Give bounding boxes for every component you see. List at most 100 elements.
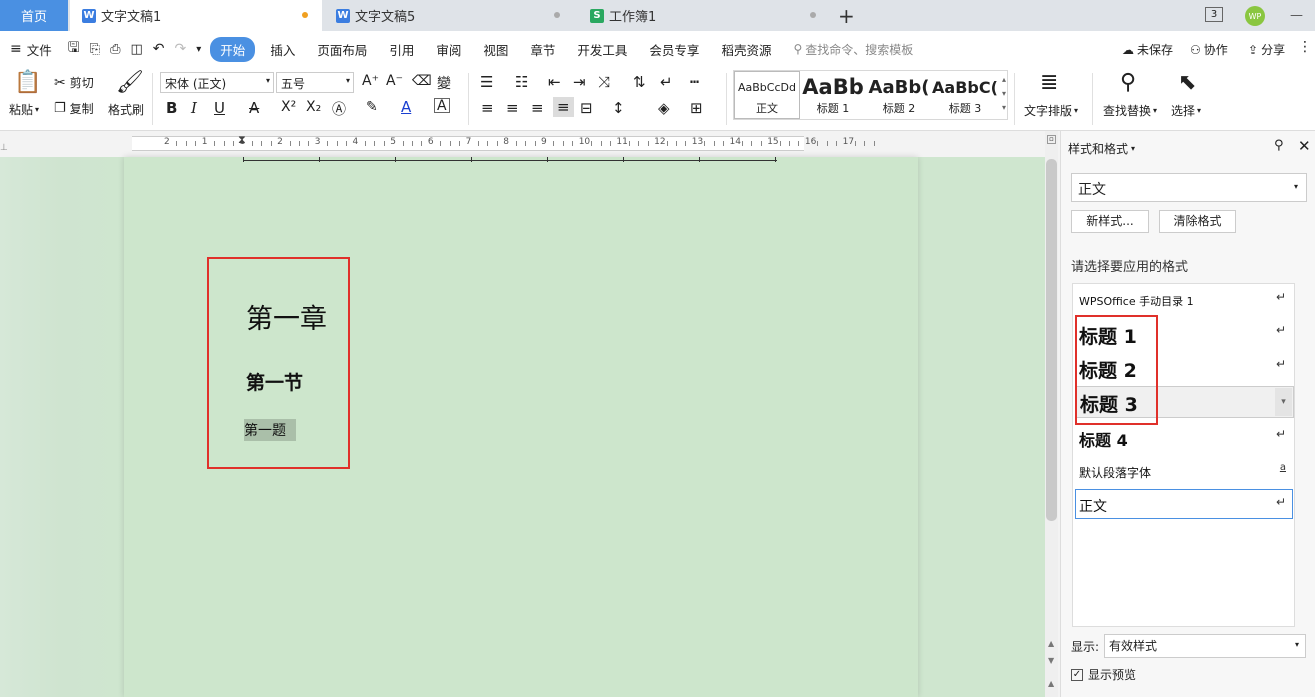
- cut-button[interactable]: ✂ 剪切: [54, 74, 94, 91]
- decrease-indent-icon[interactable]: ⇤: [548, 73, 561, 91]
- quick-access-dropdown-icon[interactable]: ▾: [191, 44, 206, 55]
- bullet-list-icon[interactable]: ☰: [480, 73, 493, 91]
- menu-review[interactable]: 审阅: [425, 40, 472, 59]
- paste-icon[interactable]: 📋: [14, 72, 41, 94]
- border-icon[interactable]: ⊞: [690, 99, 703, 117]
- collab-button[interactable]: ⚇ 协作: [1190, 41, 1228, 58]
- scroll-up-icon[interactable]: ▲: [1048, 639, 1054, 648]
- chinese-layout-icon[interactable]: ⤨: [598, 73, 610, 91]
- scroll-down-icon[interactable]: ▼: [1048, 656, 1054, 665]
- unsaved-button[interactable]: ☁ 未保存: [1122, 41, 1173, 58]
- scroll-thumb[interactable]: [1046, 159, 1057, 521]
- style-heading2[interactable]: AaBb( 标题 2: [866, 71, 932, 119]
- current-style-select[interactable]: 正文 ▾: [1071, 173, 1307, 202]
- paste-button[interactable]: 粘贴 ▾: [9, 101, 39, 118]
- more-icon[interactable]: ⋮: [1298, 39, 1312, 55]
- text-layout-button[interactable]: 文字排版 ▾: [1024, 102, 1078, 119]
- vertical-scrollbar[interactable]: ▫ ▲ ▼ ▲: [1045, 131, 1058, 697]
- italic-icon[interactable]: I: [191, 99, 197, 117]
- menu-docer[interactable]: 稻壳资源: [710, 40, 782, 59]
- style-heading1[interactable]: AaBb 标题 1: [800, 71, 866, 119]
- menu-view[interactable]: 视图: [472, 40, 519, 59]
- menu-page-layout[interactable]: 页面布局: [306, 40, 378, 59]
- font-size-select[interactable]: 五号 ▾: [276, 72, 354, 93]
- superscript-icon[interactable]: X²: [281, 99, 296, 115]
- table-ruler-icon[interactable]: ┅: [690, 73, 699, 91]
- find-replace-button[interactable]: 查找替换 ▾: [1103, 102, 1157, 119]
- prev-page-icon[interactable]: ▲: [1048, 679, 1054, 688]
- eraser-icon[interactable]: ⌫: [412, 73, 432, 89]
- print-icon[interactable]: ⎙: [105, 42, 125, 57]
- text-effect-icon[interactable]: Ⓐ: [332, 99, 346, 119]
- shrink-font-icon[interactable]: A⁻: [386, 73, 403, 89]
- pin-icon[interactable]: ⚲: [1274, 138, 1284, 153]
- undo-icon[interactable]: ↶: [148, 41, 170, 57]
- find-replace-icon[interactable]: ⚲: [1120, 72, 1136, 94]
- tab-sheet1[interactable]: S 工作簿1: [578, 0, 830, 31]
- file-menu[interactable]: ≡ 文件: [0, 40, 63, 59]
- print-preview-icon[interactable]: ◫: [126, 42, 148, 57]
- style-heading3[interactable]: AaBbC( 标题 3: [932, 71, 998, 119]
- close-icon[interactable]: ✕: [1298, 137, 1311, 155]
- char-border-icon[interactable]: A: [434, 98, 450, 114]
- align-center-icon[interactable]: ≡: [506, 99, 519, 117]
- preview-checkbox[interactable]: ✓ 显示预览: [1071, 666, 1136, 683]
- show-marks-icon[interactable]: ↵: [660, 73, 673, 91]
- menu-section[interactable]: 章节: [519, 40, 566, 59]
- font-color-icon[interactable]: A: [401, 98, 411, 116]
- show-filter-select[interactable]: 有效样式 ▾: [1104, 634, 1306, 658]
- line-spacing-icon[interactable]: ↕: [612, 99, 625, 117]
- shading-icon[interactable]: ◈: [658, 99, 670, 117]
- menu-developer[interactable]: 开发工具: [566, 40, 638, 59]
- menu-insert[interactable]: 插入: [259, 40, 306, 59]
- phonetic-icon[interactable]: 變: [437, 73, 451, 93]
- tab-home[interactable]: 首页: [0, 0, 68, 31]
- align-left-icon[interactable]: ≡: [481, 99, 494, 117]
- panel-title[interactable]: 样式和格式 ▾: [1068, 140, 1135, 157]
- share-button[interactable]: ⇪ 分享: [1248, 41, 1285, 58]
- clear-format-button[interactable]: 清除格式: [1159, 210, 1236, 233]
- subscript-icon[interactable]: X₂: [306, 99, 321, 115]
- style-list-item-heading4[interactable]: 标题 4 ↵: [1073, 422, 1294, 452]
- style-list-item-toc[interactable]: WPSOffice 手动目录 1 ↵: [1073, 284, 1294, 314]
- highlight-icon[interactable]: ✎: [366, 99, 378, 115]
- command-search[interactable]: ⚲ 查找命令、搜索模板: [782, 41, 924, 58]
- style-list-item-normal[interactable]: 正文 ↵: [1075, 489, 1293, 519]
- indent-marker-icon[interactable]: ⧗: [238, 133, 246, 147]
- grow-font-icon[interactable]: A⁺: [362, 73, 379, 89]
- tab-doc1[interactable]: W 文字文稿1: [70, 0, 322, 31]
- new-style-button[interactable]: 新样式...: [1071, 210, 1149, 233]
- font-name-select[interactable]: 宋体 (正文) ▾: [160, 72, 274, 93]
- menu-references[interactable]: 引用: [378, 40, 425, 59]
- distribute-icon[interactable]: ⊟: [580, 99, 593, 117]
- text-layout-icon[interactable]: ≣: [1040, 72, 1058, 94]
- export-pdf-icon[interactable]: ⎘: [85, 42, 105, 57]
- bold-icon[interactable]: B: [166, 99, 177, 117]
- chevron-down-icon[interactable]: ▾: [1275, 388, 1292, 416]
- menu-home[interactable]: 开始: [210, 36, 256, 62]
- tab-doc5[interactable]: W 文字文稿5: [324, 0, 574, 31]
- underline-icon[interactable]: U: [214, 99, 225, 117]
- save-icon[interactable]: 🖫: [63, 37, 85, 61]
- copy-button[interactable]: ❐ 复制: [54, 100, 94, 117]
- align-right-icon[interactable]: ≡: [531, 99, 544, 117]
- increase-indent-icon[interactable]: ⇥: [573, 73, 586, 91]
- justify-icon[interactable]: ≡: [553, 97, 574, 117]
- style-normal[interactable]: AaBbCcDd 正文: [734, 71, 800, 119]
- format-painter-button[interactable]: 格式刷: [108, 101, 144, 118]
- window-count-badge[interactable]: 3: [1205, 7, 1223, 22]
- numbered-list-icon[interactable]: ☷: [515, 73, 528, 91]
- new-tab-button[interactable]: +: [834, 0, 862, 31]
- scroll-split-icon[interactable]: ▫: [1047, 135, 1056, 144]
- select-cursor-icon[interactable]: ⬉: [1178, 72, 1196, 94]
- menu-member[interactable]: 会员专享: [638, 40, 710, 59]
- select-button[interactable]: 选择 ▾: [1171, 102, 1201, 119]
- sort-icon[interactable]: ⇅: [633, 73, 646, 91]
- avatar[interactable]: WP: [1245, 6, 1265, 26]
- strikethrough-icon[interactable]: A: [249, 99, 259, 117]
- redo-icon[interactable]: ↷: [170, 41, 192, 57]
- style-gallery-scroll[interactable]: ▴ ▾ ▾: [1002, 73, 1006, 115]
- format-painter-icon[interactable]: 🖌: [116, 72, 144, 94]
- style-list-item-default-font[interactable]: 默认段落字体 a: [1073, 456, 1294, 486]
- minimize-icon[interactable]: —: [1290, 8, 1303, 23]
